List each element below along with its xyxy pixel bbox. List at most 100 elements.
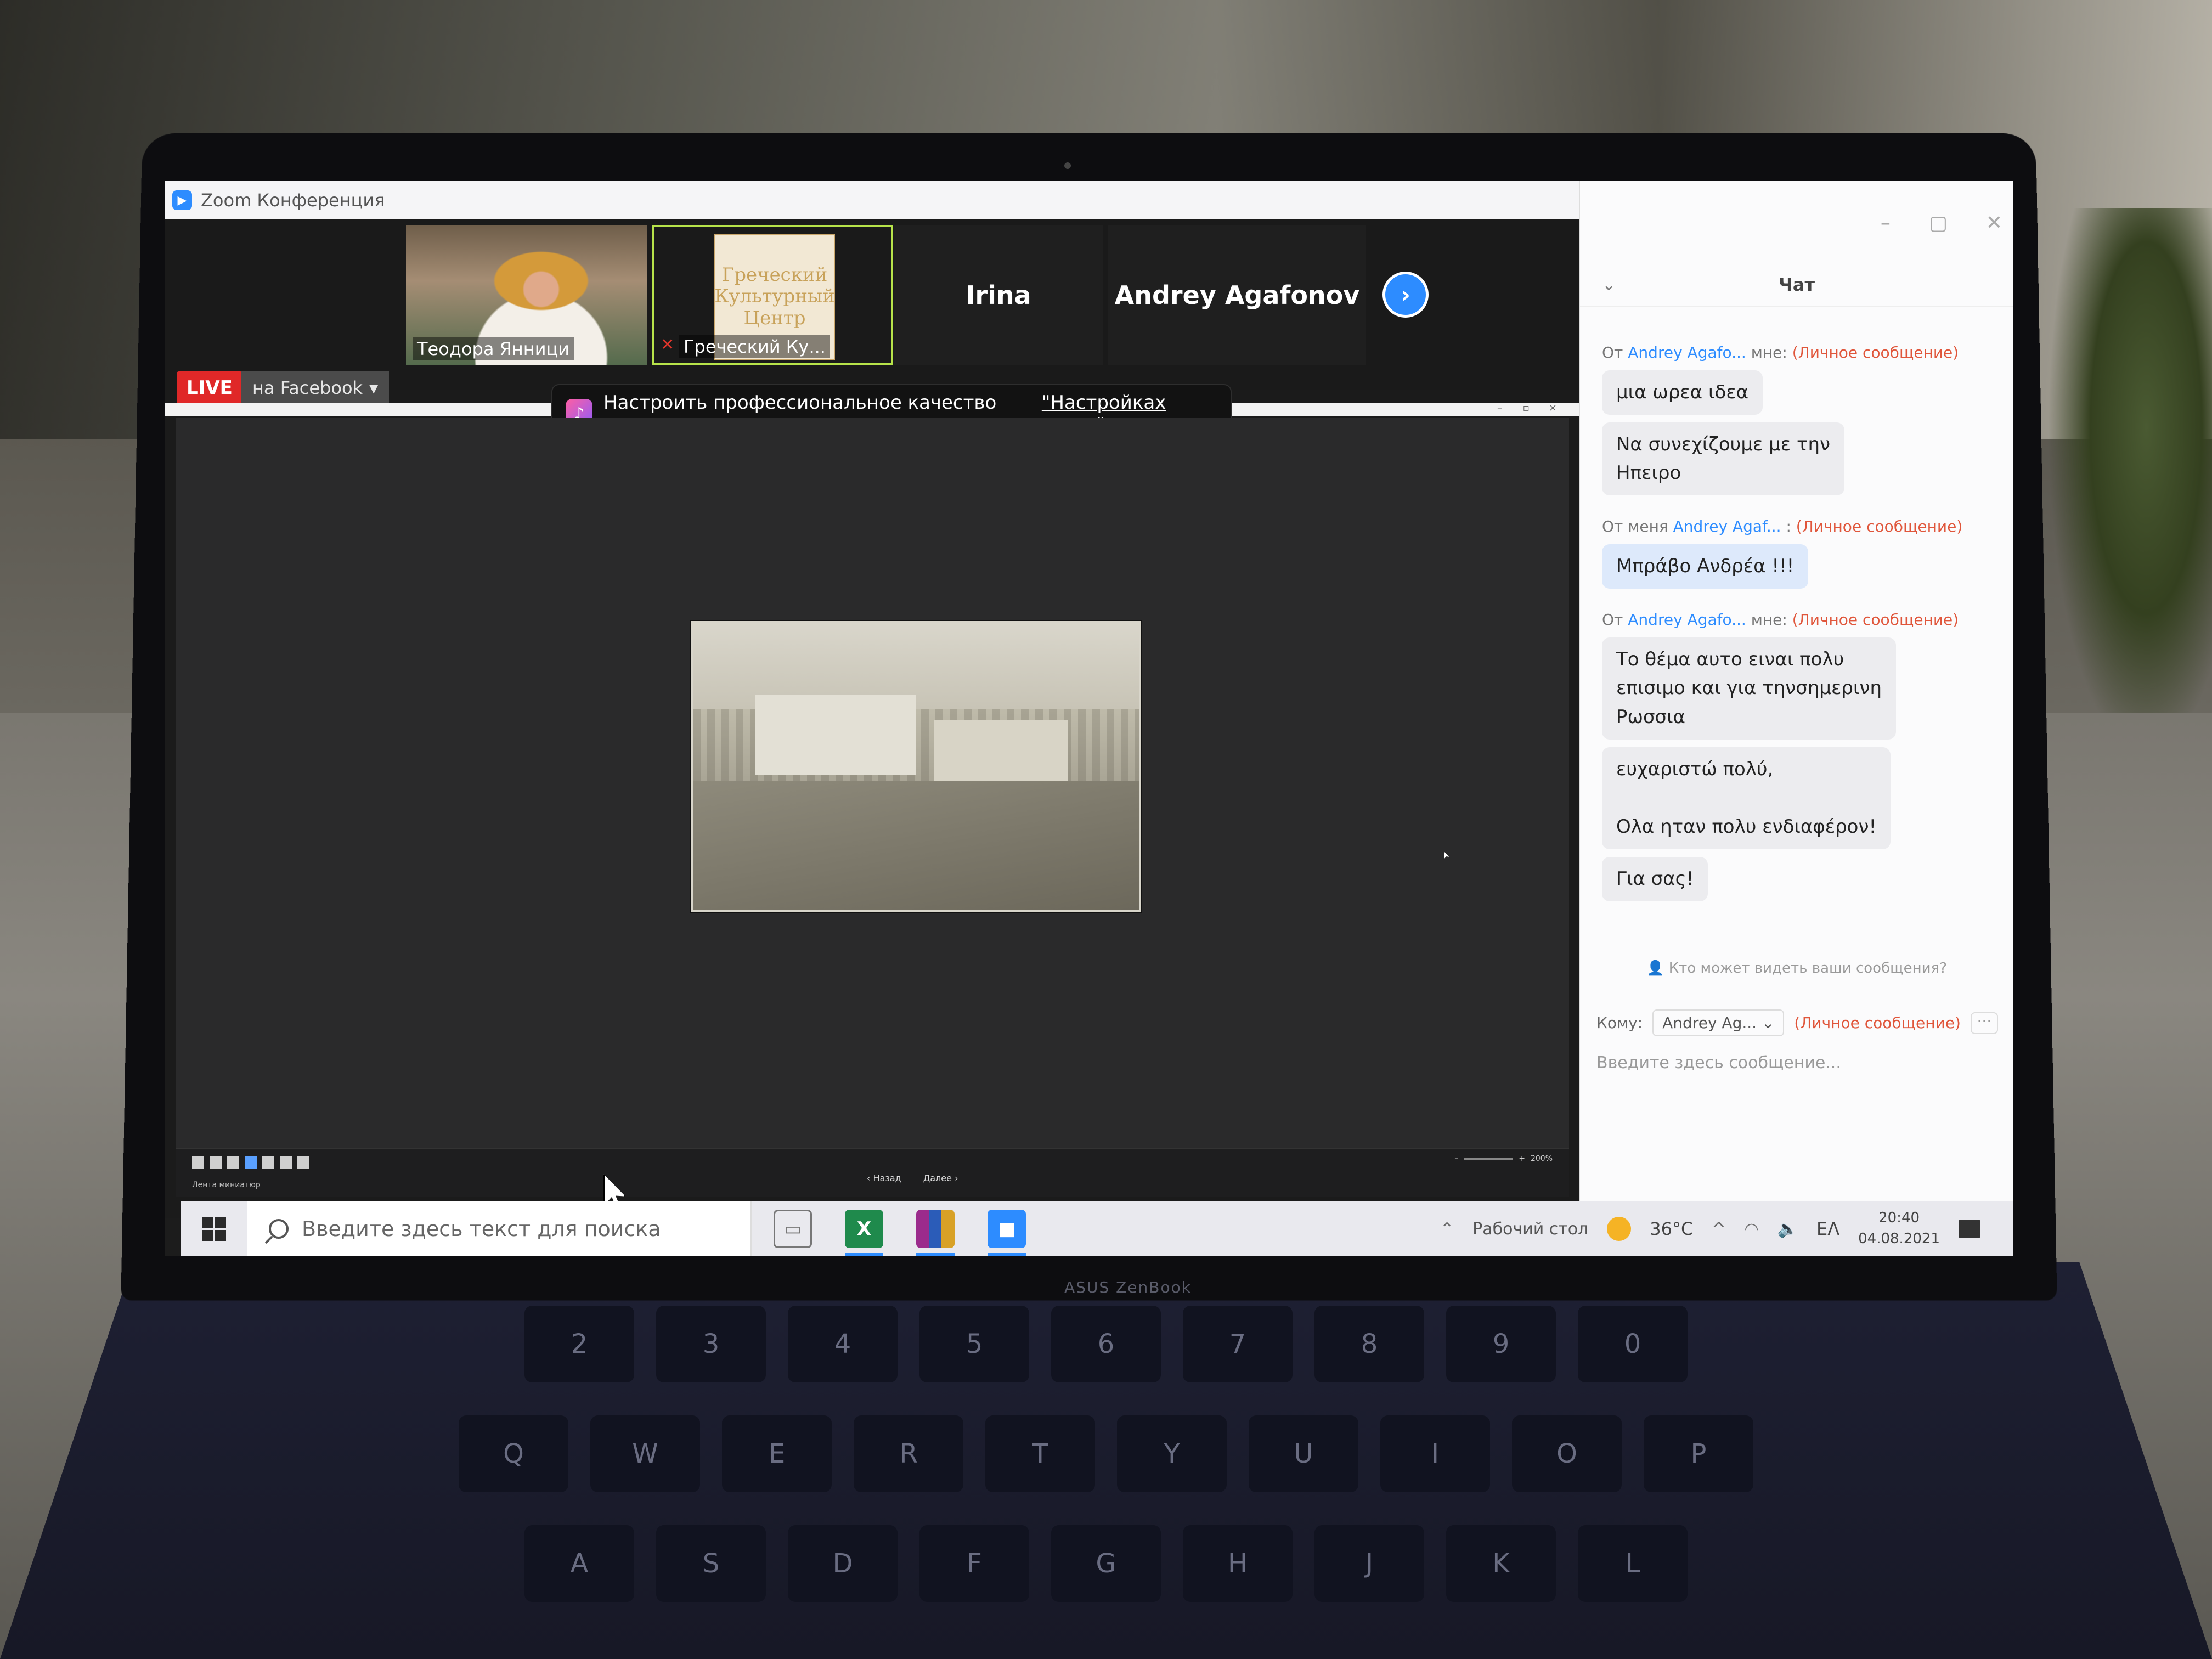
key: 7 — [1183, 1306, 1293, 1383]
image-building — [755, 695, 916, 775]
volume-icon[interactable]: 🔈 — [1778, 1220, 1798, 1239]
restore-icon[interactable]: ▫ — [1523, 402, 1530, 414]
network-icon[interactable]: ◠ — [1744, 1220, 1758, 1239]
webcam — [1064, 162, 1071, 169]
key: Y — [1117, 1415, 1227, 1492]
message-recipient: мне: — [1751, 610, 1787, 629]
language-indicator[interactable]: EΛ — [1816, 1218, 1839, 1239]
key: K — [1446, 1525, 1556, 1602]
message-header: От меня Andrey Agaf... : (Личное сообщен… — [1602, 517, 1997, 535]
message-header: От Andrey Agafo... мне: (Личное сообщени… — [1602, 343, 1997, 362]
view-notes-icon[interactable] — [262, 1156, 274, 1169]
message-bubble: ευχαριστώ πολύ, Ολα ηταν πολυ ενδιαφέρον… — [1602, 747, 1891, 849]
key: 3 — [656, 1306, 766, 1383]
keyboard-deck: 2 3 4 5 6 7 8 9 0 Q W E R T Y U I O P A … — [0, 1262, 2212, 1659]
message-recipient: : — [1786, 517, 1791, 536]
zoom-level: 200% — [1530, 1154, 1553, 1163]
recipient-select[interactable]: Andrey Ag... ⌄ — [1652, 1009, 1785, 1036]
private-message-tag: (Личное сообщение) — [1792, 343, 1959, 362]
winrar-icon[interactable] — [916, 1210, 955, 1256]
view-mode-buttons — [192, 1156, 309, 1169]
window-controls: – ▢ ✕ — [1881, 212, 2002, 234]
view-slides-icon[interactable] — [227, 1156, 239, 1169]
zoom-in-icon[interactable]: + — [1519, 1154, 1525, 1163]
message-bubble-row: Να συνεχίζουμε με την Ηπειρο — [1602, 422, 1997, 503]
taskbar-search[interactable]: Введите здесь текст для поиска — [247, 1201, 752, 1256]
prev-slide-button[interactable]: ‹ Назад — [867, 1173, 901, 1183]
next-slide-button[interactable]: Далее › — [923, 1173, 958, 1183]
key: O — [1512, 1415, 1622, 1492]
weather-sun-icon[interactable] — [1607, 1217, 1632, 1241]
participant-tile-irina[interactable]: Irina — [894, 225, 1103, 365]
key: U — [1249, 1415, 1358, 1492]
message-bubble: μια ωρεα ιδεα — [1602, 370, 1763, 415]
logo-line: Культурный — [714, 285, 835, 308]
message-bubble-row: Το θέμα αυτο ειναι πολυ επισιμο και για … — [1602, 637, 1997, 747]
maximize-icon[interactable]: ▢ — [1929, 212, 1948, 234]
chevron-down-icon: ▾ — [369, 377, 379, 398]
zoom-out-icon[interactable]: – — [1454, 1154, 1458, 1163]
message-bubble: Το θέμα αυτο ειναι πολυ επισιμο και για … — [1602, 637, 1897, 740]
message-header: От Andrey Agafo... мне: (Личное сообщени… — [1602, 611, 1997, 629]
more-options-button[interactable]: ··· — [1970, 1012, 1998, 1034]
private-message-tag: (Личное сообщение) — [1796, 517, 1963, 536]
close-icon[interactable]: ✕ — [1986, 212, 2002, 234]
task-view-icon[interactable]: ▭ — [774, 1210, 812, 1248]
chat-message-input[interactable]: Введите здесь сообщение... — [1596, 1053, 1841, 1073]
chat-visibility-text: Кто может видеть ваши сообщения? — [1668, 960, 1947, 977]
image-hillside — [693, 781, 1139, 910]
search-placeholder: Введите здесь текст для поиска — [302, 1217, 661, 1241]
message-sender[interactable]: Andrey Agafo... — [1628, 343, 1746, 362]
message-bubble-row: μια ωρεα ιδεα — [1602, 370, 1997, 422]
logo-line: Центр — [743, 307, 806, 329]
private-message-tag: (Личное сообщение) — [1792, 610, 1959, 629]
live-destination-dropdown[interactable]: на Facebook ▾ — [241, 371, 390, 404]
chat-visibility-info[interactable]: 👤 Кто может видеть ваши сообщения? — [1580, 960, 2013, 977]
minimize-icon[interactable]: – — [1881, 212, 1891, 234]
participant-name: Теодора Янници — [413, 337, 574, 360]
slide-navigation: ‹ Назад Далее › — [867, 1173, 958, 1183]
notifications-icon[interactable] — [1959, 1220, 1980, 1238]
key: L — [1578, 1525, 1688, 1602]
view-thumbnails-icon[interactable] — [245, 1156, 257, 1169]
message-sender[interactable]: Andrey Agafo... — [1628, 611, 1746, 629]
desktop-toolbar-label[interactable]: Рабочий стол — [1472, 1220, 1588, 1239]
close-icon[interactable]: × — [1549, 402, 1557, 414]
view-fullscreen-icon[interactable] — [297, 1156, 309, 1169]
chat-message-list[interactable]: От Andrey Agafo... мне: (Личное сообщени… — [1602, 329, 1997, 909]
live-badge[interactable]: LIVE — [177, 371, 242, 404]
screen: ▶ Zoom Конференция Теодора Янници Гречес… — [165, 181, 2013, 1256]
temperature[interactable]: 36°C — [1650, 1218, 1693, 1239]
minimize-icon[interactable]: – — [1497, 402, 1502, 414]
recipient-value: Andrey Ag... — [1662, 1014, 1757, 1032]
message-bubble: Να συνεχίζουμε με την Ηπειρο — [1602, 422, 1845, 496]
message-recipient-name[interactable]: Andrey Agaf... — [1673, 517, 1781, 535]
message-bubble-row: ευχαριστώ πολύ, Ολα ηταν πολυ ενδιαφέρον… — [1602, 747, 1997, 857]
zoom-control: – + 200% — [1454, 1154, 1553, 1163]
message-prefix: От — [1602, 343, 1623, 362]
slide-engraving-image — [691, 621, 1141, 912]
view-normal-icon[interactable] — [192, 1156, 204, 1169]
participant-video-teodora[interactable]: Теодора Янници — [406, 225, 647, 365]
key: I — [1380, 1415, 1490, 1492]
excel-icon[interactable]: X — [845, 1210, 883, 1256]
key: Q — [459, 1415, 568, 1492]
zoom-logo-icon: ▶ — [172, 190, 192, 210]
clock[interactable]: 20:40 04.08.2021 — [1858, 1208, 1940, 1249]
chevron-up-icon[interactable]: ⌃ — [1440, 1220, 1454, 1239]
zoom-app-icon[interactable]: ■ — [988, 1210, 1026, 1256]
show-hidden-icons-icon[interactable]: ^ — [1712, 1220, 1725, 1239]
key: 4 — [788, 1306, 898, 1383]
view-search-icon[interactable] — [280, 1156, 292, 1169]
start-button[interactable] — [181, 1201, 247, 1256]
participant-tile-andrey[interactable]: Andrey Agafonov — [1108, 225, 1366, 365]
clock-time: 20:40 — [1878, 1210, 1920, 1227]
zoom-slider[interactable] — [1464, 1158, 1514, 1160]
private-message-tag: (Личное сообщение) — [1794, 1014, 1961, 1032]
view-outline-icon[interactable] — [210, 1156, 222, 1169]
key: D — [788, 1525, 898, 1602]
key: 6 — [1051, 1306, 1161, 1383]
next-participants-button[interactable]: › — [1383, 272, 1429, 318]
participant-video-greek-center[interactable]: Греческий Культурный Центр ✕ Греческий К… — [652, 225, 893, 365]
key: R — [854, 1415, 963, 1492]
